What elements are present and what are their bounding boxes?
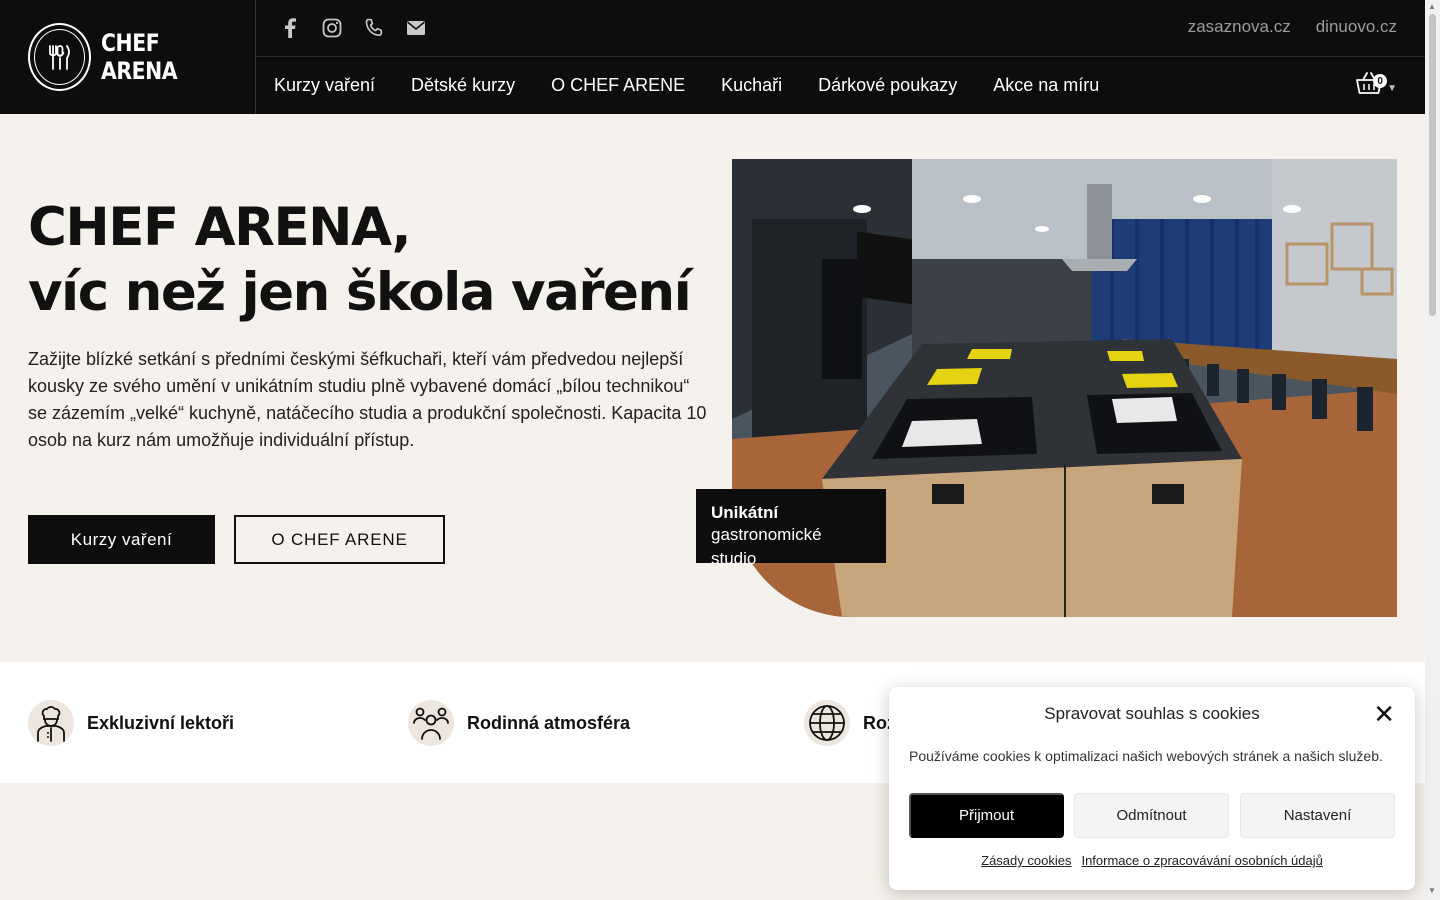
link-dinuovo[interactable]: dinuovo.cz <box>1316 17 1397 37</box>
feature-rodinna-atmosfera: Rodinná atmosféra <box>408 700 630 746</box>
nav-detske-kurzy[interactable]: Dětské kurzy <box>411 75 515 96</box>
cart-count-badge: 0 <box>1373 74 1388 88</box>
social-links <box>278 16 428 40</box>
main-nav: Kurzy vaření Dětské kurzy O CHEF ARENE K… <box>256 57 1099 114</box>
logo-emblem-icon <box>28 23 92 91</box>
cookie-title: Spravovat souhlas s cookies <box>1044 704 1260 723</box>
mail-icon[interactable] <box>404 16 428 40</box>
nav-kuchari[interactable]: Kuchaři <box>721 75 782 96</box>
cookie-links: Zásady cookies Informace o zpracovávání … <box>889 853 1415 868</box>
close-icon[interactable]: ✕ <box>1373 701 1395 727</box>
logo[interactable]: CHEF ARENA <box>0 0 256 114</box>
instagram-icon[interactable] <box>320 16 344 40</box>
privacy-info-link[interactable]: Informace o zpracovávání osobních údajů <box>1081 853 1322 868</box>
scroll-up-arrow-icon[interactable]: ▲ <box>1428 2 1436 11</box>
feature-roz: Roz <box>804 700 896 746</box>
cookie-settings-button[interactable]: Nastavení <box>1240 793 1395 838</box>
feature-label: Exkluzivní lektoři <box>87 712 235 733</box>
cookie-policy-link[interactable]: Zásady cookies <box>981 853 1071 868</box>
accept-cookies-button[interactable]: Přijmout <box>909 793 1064 838</box>
facebook-icon[interactable] <box>278 16 302 40</box>
cart-button[interactable]: 0 ▼ <box>1355 70 1397 101</box>
hero-description: Zažijte blízké setkání s předními českým… <box>28 349 707 450</box>
partner-links: zasaznova.cz dinuovo.cz <box>1188 17 1397 37</box>
scroll-down-arrow-icon[interactable]: ▼ <box>1428 886 1436 895</box>
phone-icon[interactable] <box>362 16 386 40</box>
nav-akce-na-miru[interactable]: Akce na míru <box>993 75 1099 96</box>
site-header: CHEF ARENA zasaznova.cz dinuovo.cz Kurzy… <box>0 0 1425 114</box>
chevron-down-icon: ▼ <box>1387 83 1397 94</box>
page-scrollbar[interactable]: ▲ ▼ <box>1425 0 1440 900</box>
link-zasaznova[interactable]: zasaznova.cz <box>1188 17 1291 37</box>
scroll-thumb[interactable] <box>1429 14 1436 316</box>
nav-darkove-poukazy[interactable]: Dárkové poukazy <box>818 75 957 96</box>
cookie-text: Používáme cookies k optimalizaci našich … <box>909 748 1383 764</box>
chef-icon <box>28 700 74 746</box>
hero-title-line1: CHEF ARENA, <box>28 197 412 258</box>
globe-icon <box>804 700 850 746</box>
deny-cookies-button[interactable]: Odmítnout <box>1074 793 1229 838</box>
badge-subtitle: gastronomické studio <box>711 525 822 568</box>
logo-text: CHEF ARENA <box>101 29 178 85</box>
feature-label: Rodinná atmosféra <box>467 712 631 733</box>
studio-badge: Unikátní gastronomické studio <box>696 489 886 568</box>
nav-o-chef-arene[interactable]: O CHEF ARENE <box>551 75 685 96</box>
feature-exkluzivni-lektori: Exkluzivní lektoři <box>28 700 234 746</box>
about-button[interactable]: O CHEF ARENE <box>234 515 445 564</box>
badge-title: Unikátní <box>711 503 779 522</box>
hero-title: CHEF ARENA, víc než jen škola vaření <box>28 195 692 325</box>
people-icon <box>408 700 454 746</box>
top-bar: zasaznova.cz dinuovo.cz <box>256 0 1425 57</box>
courses-button[interactable]: Kurzy vaření <box>28 515 215 564</box>
cookie-consent-dialog: Spravovat souhlas s cookies ✕ Používáme … <box>889 687 1415 890</box>
nav-kurzy-vareni[interactable]: Kurzy vaření <box>274 75 375 96</box>
hero-title-line2: víc než jen škola vaření <box>28 262 692 323</box>
